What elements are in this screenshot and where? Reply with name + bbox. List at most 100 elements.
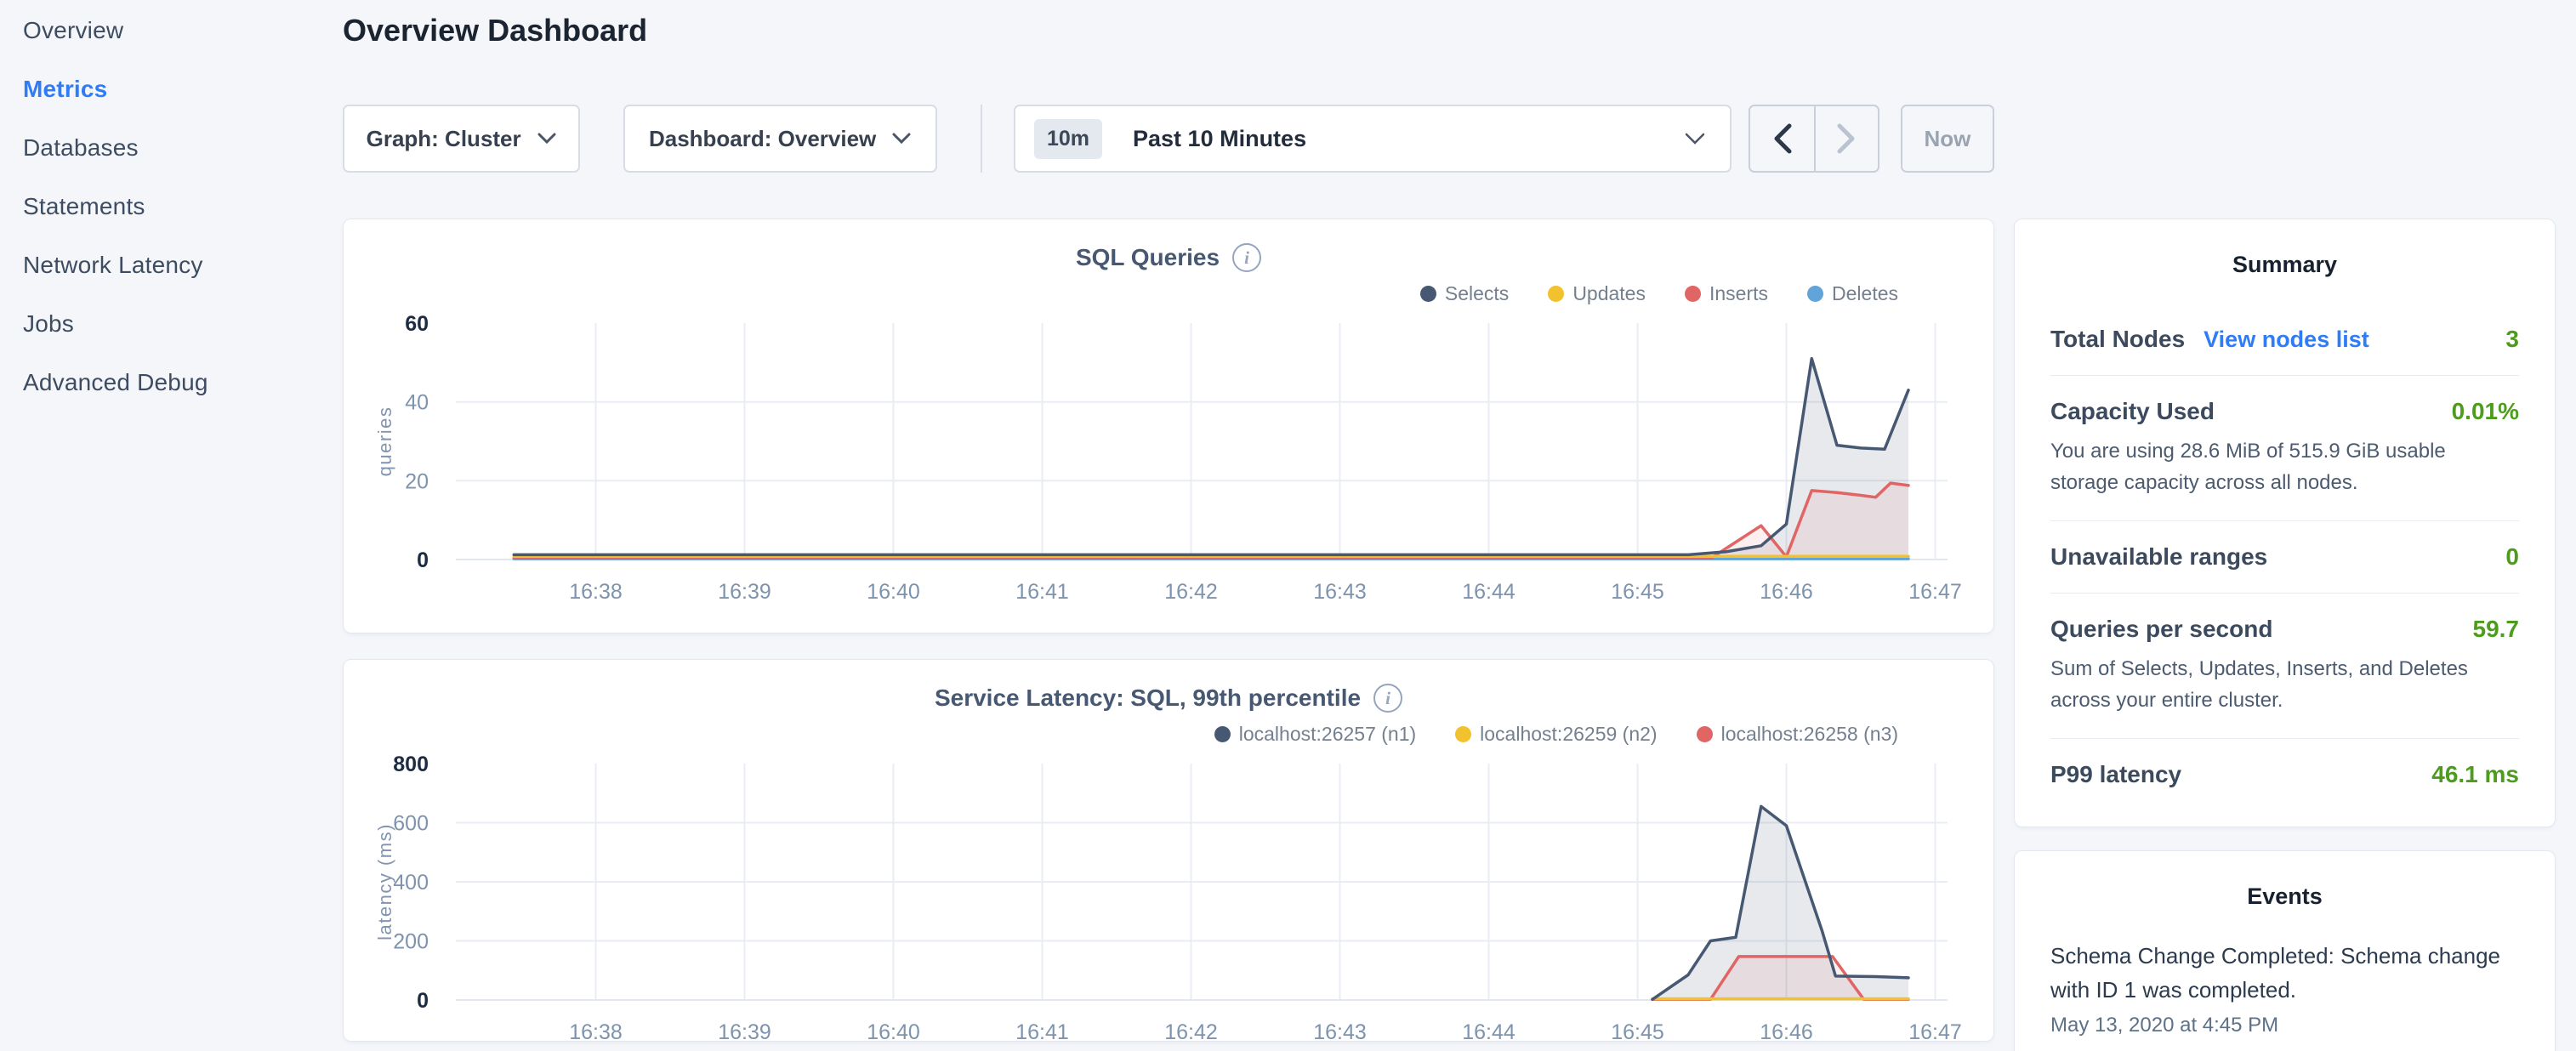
now-button[interactable]: Now [1901,105,1994,173]
view-nodes-list-link[interactable]: View nodes list [2204,327,2369,353]
svg-text:0: 0 [417,548,429,572]
time-back-button[interactable] [1750,106,1814,171]
legend-label: localhost:26257 (n1) [1239,723,1416,746]
chart-title-row: Service Latency: SQL, 99th percentile i [344,684,1993,713]
svg-text:16:40: 16:40 [867,580,920,604]
sidebar-item-databases[interactable]: Databases [0,118,342,177]
event-message: Schema Change Completed: Schema change w… [2050,939,2519,1007]
event-timestamp: May 13, 2020 at 4:45 PM [2050,1014,2519,1037]
svg-text:200: 200 [393,930,429,954]
sidebar-item-network-latency[interactable]: Network Latency [0,236,342,294]
events-heading: Events [2050,883,2519,910]
info-icon[interactable]: i [1373,684,1402,713]
svg-text:16:41: 16:41 [1015,1020,1069,1042]
sql-queries-chart-card: SQL Queries i Selects Updates Inserts Delet… [343,219,1994,633]
chevron-down-icon [1684,133,1706,145]
chart-title-row: SQL Queries i [344,243,1993,272]
sql-queries-chart-svg: 16:3816:3916:4016:4116:4216:4316:4416:45… [344,308,1993,612]
svg-text:16:45: 16:45 [1611,1020,1664,1042]
summary-row-description: Sum of Selects, Updates, Inserts, and De… [2050,653,2519,716]
time-range-selector[interactable]: 10m Past 10 Minutes [1014,105,1732,173]
right-panel: Summary Total NodesView nodes list3Capac… [2014,219,2556,1051]
summary-row-p99-latency: P99 latency 46.1 ms [2050,739,2519,810]
chart-title: Service Latency: SQL, 99th percentile [935,685,1361,712]
service-latency-chart-card: Service Latency: SQL, 99th percentile i … [343,659,1994,1042]
legend-label: Deletes [1832,282,1898,305]
summary-row-title: Unavailable ranges [2050,543,2267,571]
summary-row-queries-per-second: Queries per second59.7Sum of Selects, Up… [2050,594,2519,739]
legend-label: Updates [1572,282,1646,305]
legend-item-localhost-26258-n3: localhost:26258 (n3) [1697,723,1898,745]
svg-text:16:42: 16:42 [1164,1020,1218,1042]
summary-heading: Summary [2050,252,2519,278]
chart-legend: localhost:26257 (n1) localhost:26259 (n2)… [344,723,1993,745]
chevron-right-icon [1835,122,1857,155]
legend-item-deletes: Deletes [1807,282,1898,304]
events-list: Schema Change Completed: Schema change w… [2050,939,2519,1037]
svg-text:600: 600 [393,812,429,836]
main-content: Overview Dashboard Graph: Cluster Dashbo… [343,0,1994,1042]
summary-row-value: 3 [2505,326,2519,353]
events-panel: Events Schema Change Completed: Schema c… [2014,850,2556,1051]
summary-row-title: P99 latency [2050,761,2181,788]
legend-dot-icon [1420,286,1436,302]
sidebar-item-advanced-debug[interactable]: Advanced Debug [0,353,342,412]
legend-label: localhost:26258 (n3) [1721,723,1898,746]
event-list-item[interactable]: Schema Change Completed: Schema change w… [2050,939,2519,1037]
svg-text:16:42: 16:42 [1164,580,1218,604]
time-forward-button[interactable] [1814,106,1878,171]
summary-row-title: Capacity Used [2050,398,2215,425]
legend-dot-icon [1214,726,1231,742]
legend-item-inserts: Inserts [1685,282,1768,304]
svg-text:40: 40 [405,391,429,415]
legend-dot-icon [1548,286,1564,302]
sidebar: OverviewMetricsDatabasesStatementsNetwor… [0,0,342,412]
summary-row-capacity-used: Capacity Used 0.01% You are using 28.6 MiB… [2050,376,2519,521]
legend-label: localhost:26259 (n2) [1480,723,1657,746]
chart-legend: Selects Updates Inserts Deletes [344,282,1993,304]
summary-row-title: Queries per second [2050,616,2272,643]
chevron-down-icon [537,133,557,145]
svg-text:16:44: 16:44 [1462,1020,1515,1042]
summary-row-value: 46.1 ms [2431,761,2519,788]
graph-scope-dropdown[interactable]: Graph: Cluster [343,105,580,173]
graph-scope-dropdown-label: Graph: Cluster [367,126,521,152]
summary-row-unavailable-ranges: Unavailable ranges0 [2050,521,2519,594]
time-window-arrows [1749,105,1879,173]
svg-text:latency (ms): latency (ms) [374,823,395,940]
sidebar-item-jobs[interactable]: Jobs [0,294,342,353]
legend-item-localhost-26259-n2: localhost:26259 (n2) [1455,723,1657,745]
svg-text:16:43: 16:43 [1313,1020,1367,1042]
svg-text:16:38: 16:38 [569,580,623,604]
svg-text:16:46: 16:46 [1760,1020,1813,1042]
chart-plot-area: 16:3816:3916:4016:4116:4216:4316:4416:45… [344,748,1993,1042]
dashboard-dropdown-label: Dashboard: Overview [649,126,876,152]
chevron-down-icon [891,133,912,145]
sidebar-item-statements[interactable]: Statements [0,177,342,236]
svg-text:16:39: 16:39 [718,1020,771,1042]
controls-divider [981,105,982,173]
legend-item-updates: Updates [1548,282,1646,304]
legend-label: Selects [1445,282,1509,305]
dashboard-controls: Graph: Cluster Dashboard: Overview 10m P… [343,105,1994,173]
dashboard-dropdown[interactable]: Dashboard: Overview [623,105,937,173]
time-range-badge: 10m [1034,119,1102,159]
svg-text:800: 800 [393,753,429,776]
svg-text:16:46: 16:46 [1760,580,1813,604]
sidebar-item-metrics[interactable]: Metrics [0,60,342,118]
svg-text:16:47: 16:47 [1908,580,1962,604]
chart-plot-area: 16:3816:3916:4016:4116:4216:4316:4416:45… [344,308,1993,616]
summary-row-value: 0.01% [2452,398,2519,425]
svg-text:16:38: 16:38 [569,1020,623,1042]
legend-dot-icon [1807,286,1823,302]
sidebar-item-overview[interactable]: Overview [0,1,342,60]
summary-rows: Total NodesView nodes list3Capacity Used… [2050,304,2519,810]
svg-text:16:41: 16:41 [1015,580,1069,604]
info-icon[interactable]: i [1232,243,1261,272]
svg-text:16:43: 16:43 [1313,580,1367,604]
svg-text:16:47: 16:47 [1908,1020,1962,1042]
legend-dot-icon [1697,726,1713,742]
summary-row-description: You are using 28.6 MiB of 515.9 GiB usab… [2050,435,2519,498]
chart-title: SQL Queries [1076,244,1220,271]
service-latency-chart-svg: 16:3816:3916:4016:4116:4216:4316:4416:45… [344,748,1993,1042]
